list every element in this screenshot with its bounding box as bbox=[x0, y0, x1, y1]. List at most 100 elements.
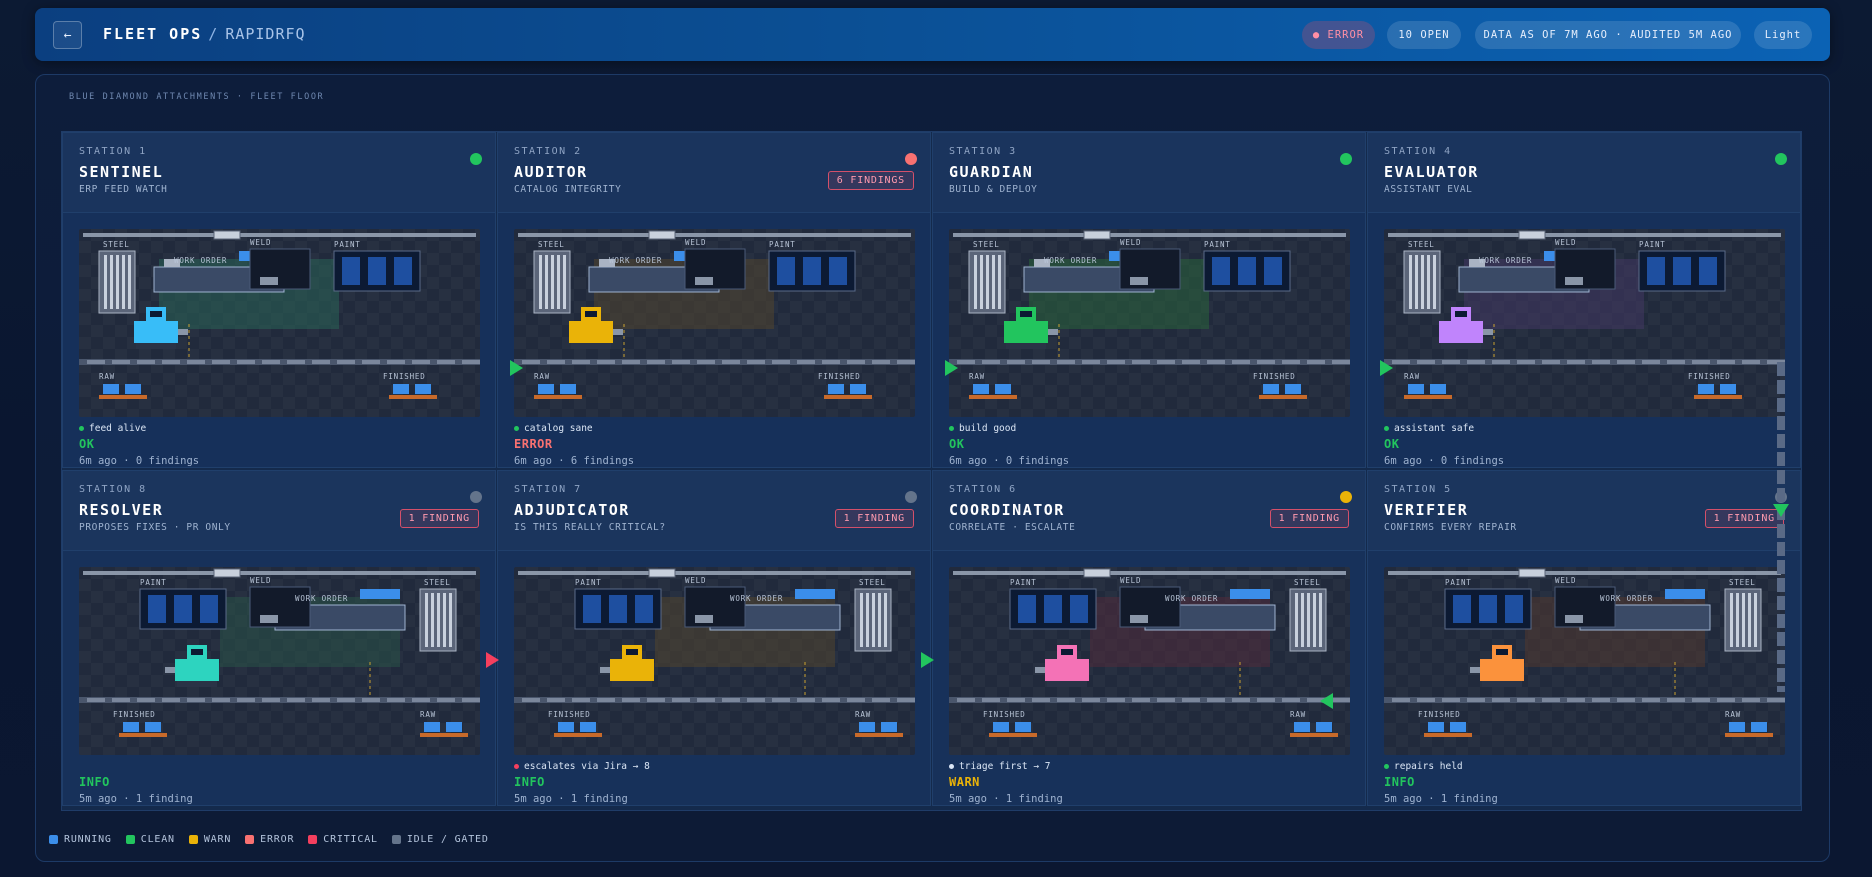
conveyor-segment bbox=[1282, 360, 1300, 364]
scene-label-paint: PAINT bbox=[1639, 240, 1666, 249]
flow-arrow-icon bbox=[1380, 360, 1393, 376]
conveyor-segment bbox=[1517, 698, 1535, 702]
steel-bar bbox=[1748, 593, 1751, 647]
conveyor-segment bbox=[1517, 360, 1535, 364]
scene-label-finished: FINISHED bbox=[383, 372, 426, 381]
legend-swatch bbox=[125, 835, 135, 844]
conveyor-segment bbox=[1132, 360, 1150, 364]
conveyor-segment bbox=[1767, 698, 1785, 702]
conveyor-segment bbox=[1207, 698, 1225, 702]
raw-bin-item bbox=[446, 722, 462, 732]
raw-bin-item bbox=[1408, 384, 1424, 394]
error-status-pill[interactable]: ● ERROR bbox=[1302, 21, 1375, 49]
conveyor-segment bbox=[847, 698, 865, 702]
robot-visor bbox=[191, 649, 203, 655]
conveyor-segment bbox=[647, 360, 665, 364]
station-card[interactable]: STATION 7 ADJUDICATOR IS THIS REALLY CRI… bbox=[497, 470, 931, 806]
raw-bin-item bbox=[995, 384, 1011, 394]
findings-badge[interactable]: 6 FINDINGS bbox=[827, 171, 914, 190]
steel-bar bbox=[1313, 593, 1316, 647]
robot-body bbox=[610, 659, 654, 681]
station-name: GUARDIAN bbox=[949, 163, 1034, 181]
conveyor-segment bbox=[672, 698, 690, 702]
station-card[interactable]: STATION 3 GUARDIAN BUILD & DEPLOY STEEL W… bbox=[932, 132, 1366, 468]
finished-bin-tray bbox=[824, 395, 872, 399]
paint-panel bbox=[609, 595, 627, 623]
conveyor-segment bbox=[547, 360, 565, 364]
weld-torch bbox=[1130, 615, 1148, 623]
station-card[interactable]: STATION 8 RESOLVER PROPOSES FIXES · PR O… bbox=[62, 470, 496, 806]
paint-panel bbox=[1505, 595, 1523, 623]
conveyor-segment bbox=[112, 360, 130, 364]
conveyor-segment bbox=[1157, 360, 1175, 364]
station-workshop-scene: STEEL WORK ORDER WELD PAINT RAW FINISHED bbox=[79, 567, 480, 755]
raw-bin-item bbox=[424, 722, 440, 732]
work-order-screen bbox=[795, 589, 835, 599]
scene-label-paint: PAINT bbox=[769, 240, 796, 249]
open-count-pill[interactable]: 10 OPEN bbox=[1387, 21, 1461, 49]
station-number: STATION 6 bbox=[949, 484, 1017, 495]
station-footer: build good OK 6m ago · 0 findings bbox=[933, 413, 1365, 467]
finished-bin-item bbox=[1285, 384, 1301, 394]
robot-visor bbox=[1496, 649, 1508, 655]
station-number: STATION 1 bbox=[79, 146, 147, 157]
paint-panel bbox=[1044, 595, 1062, 623]
station-workshop-scene: STEEL WORK ORDER WELD PAINT RAW FINISHED bbox=[514, 229, 915, 417]
status-legend: RUNNING CLEAN WARN ERROR CRITICAL IDLE / GATE… bbox=[49, 834, 489, 845]
theme-toggle-button[interactable]: Light bbox=[1754, 21, 1812, 49]
station-card[interactable]: STATION 1 SENTINEL ERP FEED WATCH STEEL W… bbox=[62, 132, 496, 468]
conveyor-segment bbox=[1107, 698, 1125, 702]
conveyor-segment bbox=[1592, 698, 1610, 702]
scene-label-finished: FINISHED bbox=[113, 710, 156, 719]
floor-caption: BLUE DIAMOND ATTACHMENTS · FLEET FLOOR bbox=[69, 92, 325, 102]
raw-bin-item bbox=[103, 384, 119, 394]
station-workshop-scene: STEEL WORK ORDER WELD PAINT RAW FINISHED bbox=[1384, 229, 1785, 417]
finished-bin-item bbox=[1450, 722, 1466, 732]
station-meta: 5m ago · 1 finding bbox=[514, 793, 628, 805]
steel-bar bbox=[545, 255, 548, 309]
scene-label-steel: STEEL bbox=[973, 240, 1000, 249]
scene-label-weld: WELD bbox=[1120, 238, 1141, 247]
station-number: STATION 5 bbox=[1384, 484, 1452, 495]
conveyor-segment bbox=[112, 698, 130, 702]
finished-bin-item bbox=[1720, 384, 1736, 394]
station-state: OK bbox=[1384, 437, 1400, 451]
conveyor-segment bbox=[547, 698, 565, 702]
findings-badge[interactable]: 1 FINDING bbox=[399, 509, 479, 528]
paint-panel bbox=[1238, 257, 1256, 285]
robot-tracks bbox=[1006, 343, 1046, 349]
rail-trolley bbox=[1518, 230, 1546, 240]
paint-panel bbox=[174, 595, 192, 623]
conveyor-segment bbox=[1007, 698, 1025, 702]
scene-label-steel: STEEL bbox=[424, 578, 451, 587]
station-card[interactable]: STATION 6 COORDINATOR CORRELATE · ESCALA… bbox=[932, 470, 1366, 806]
conveyor-segment bbox=[1692, 360, 1710, 364]
conveyor-segment bbox=[187, 698, 205, 702]
weld-booth bbox=[1119, 248, 1181, 290]
conveyor-segment bbox=[437, 698, 455, 702]
overhead-rail bbox=[953, 233, 1346, 237]
station-card[interactable]: STATION 4 EVALUATOR ASSISTANT EVAL STEEL… bbox=[1367, 132, 1801, 468]
findings-badge[interactable]: 1 FINDING bbox=[1269, 509, 1349, 528]
conveyor-segment bbox=[137, 360, 155, 364]
paint-panel bbox=[1212, 257, 1230, 285]
robot-visor bbox=[626, 649, 638, 655]
station-status-dot bbox=[1775, 153, 1787, 165]
station-card[interactable]: STATION 5 VERIFIER CONFIRMS EVERY REPAIR… bbox=[1367, 470, 1801, 806]
top-bar: ← FLEET OPS / RAPIDRFQ ● ERROR 10 OPEN DAT… bbox=[35, 8, 1830, 61]
arrow-left-icon: ← bbox=[63, 27, 72, 43]
station-meta: 5m ago · 1 finding bbox=[1384, 793, 1498, 805]
findings-badge[interactable]: 1 FINDING bbox=[834, 509, 914, 528]
station-description: PROPOSES FIXES · PR ONLY bbox=[79, 522, 231, 533]
raw-bin-tray bbox=[534, 395, 582, 399]
conveyor-segment bbox=[1057, 360, 1075, 364]
back-button[interactable]: ← bbox=[53, 21, 82, 49]
station-name: COORDINATOR bbox=[949, 501, 1065, 519]
paint-panel bbox=[1673, 257, 1691, 285]
station-status-dot bbox=[470, 153, 482, 165]
steel-bar bbox=[437, 593, 440, 647]
conveyor-segment bbox=[1007, 360, 1025, 364]
station-card[interactable]: STATION 2 AUDITOR CATALOG INTEGRITY 6 FI… bbox=[497, 132, 931, 468]
conveyor-segment bbox=[1492, 698, 1510, 702]
robot-arm bbox=[613, 329, 623, 335]
